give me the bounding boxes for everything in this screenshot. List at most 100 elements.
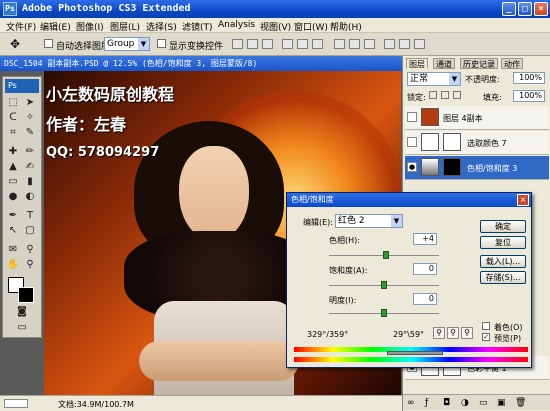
- eraser-tool-icon[interactable]: ▭: [6, 175, 20, 188]
- distribute-right-icon[interactable]: [414, 39, 425, 49]
- lightness-field[interactable]: 0: [413, 293, 437, 305]
- reset-button[interactable]: 复位: [480, 236, 526, 249]
- pen-tool-icon[interactable]: ✒: [6, 209, 20, 222]
- align-top-icon[interactable]: [232, 39, 243, 49]
- dodge-tool-icon[interactable]: ◐: [23, 190, 37, 203]
- shape-tool-icon[interactable]: ▢: [23, 224, 37, 237]
- auto-select-checkbox[interactable]: [44, 39, 53, 48]
- minimize-button[interactable]: _: [502, 2, 516, 16]
- slice-tool-icon[interactable]: ✎: [23, 126, 37, 139]
- distribute-top-icon[interactable]: [334, 39, 345, 49]
- opacity-field[interactable]: 100%: [513, 72, 545, 84]
- menu-analysis[interactable]: Analysis: [218, 20, 255, 30]
- hand-tool-icon[interactable]: ✋: [6, 258, 20, 271]
- edit-range-dropdown[interactable]: 红色 2 ▼: [335, 214, 403, 228]
- ok-button[interactable]: 确定: [480, 220, 526, 233]
- visibility-eye-icon[interactable]: [407, 137, 417, 147]
- gradient-tool-icon[interactable]: ▮: [23, 175, 37, 188]
- dialog-close-icon[interactable]: ×: [517, 194, 529, 206]
- menu-select[interactable]: 选择(S): [146, 20, 177, 33]
- tab-actions[interactable]: 动作: [501, 58, 523, 69]
- colorize-checkbox[interactable]: [482, 322, 490, 330]
- align-hcenter-icon[interactable]: [297, 39, 308, 49]
- layer-style-icon[interactable]: ƒ: [425, 398, 428, 408]
- tab-history[interactable]: 历史记录: [460, 58, 498, 69]
- move-tool-icon[interactable]: ✥: [10, 37, 20, 51]
- range-selector[interactable]: [387, 351, 443, 355]
- show-transform-checkbox[interactable]: [157, 39, 166, 48]
- brush-tool-icon[interactable]: ✏: [23, 145, 37, 158]
- trash-icon[interactable]: 🗑: [515, 398, 526, 408]
- new-group-icon[interactable]: ▭: [479, 398, 488, 408]
- layer-row[interactable]: 图层 4副本: [405, 106, 549, 130]
- close-button[interactable]: ×: [534, 2, 548, 16]
- history-brush-icon[interactable]: ✍: [23, 160, 37, 173]
- menu-layer[interactable]: 图层(L): [110, 20, 140, 33]
- background-color-swatch[interactable]: [18, 287, 34, 303]
- crop-tool-icon[interactable]: ⌗: [6, 126, 20, 139]
- lock-transparent-icon[interactable]: [429, 91, 437, 99]
- tab-channels[interactable]: 通道: [433, 58, 455, 69]
- magic-wand-icon[interactable]: ✧: [23, 111, 37, 124]
- align-bottom-icon[interactable]: [262, 39, 273, 49]
- layer-row[interactable]: 选取颜色 7: [405, 131, 549, 155]
- distribute-left-icon[interactable]: [384, 39, 395, 49]
- marquee-tool-icon[interactable]: ⬚: [6, 96, 20, 109]
- eyedropper-icon[interactable]: ⚲: [433, 327, 445, 339]
- align-right-icon[interactable]: [312, 39, 323, 49]
- eyedropper-plus-icon[interactable]: ⚲: [447, 327, 459, 339]
- fill-field[interactable]: 100%: [513, 90, 545, 102]
- lock-pixels-icon[interactable]: [441, 91, 449, 99]
- auto-select-type-dropdown[interactable]: Group ▼: [104, 37, 150, 51]
- link-layers-icon[interactable]: ∞: [407, 398, 415, 408]
- adjustment-layer-icon[interactable]: ◑: [461, 398, 469, 408]
- menu-image[interactable]: 图像(I): [76, 20, 104, 33]
- move-tool-icon[interactable]: ➤: [23, 96, 37, 109]
- align-vcenter-icon[interactable]: [247, 39, 258, 49]
- distribute-vcenter-icon[interactable]: [349, 39, 360, 49]
- notes-tool-icon[interactable]: ✉: [6, 243, 20, 256]
- quick-mask-icon[interactable]: ◙: [15, 305, 29, 318]
- clone-stamp-icon[interactable]: ▲: [6, 160, 20, 173]
- add-mask-icon[interactable]: ◘: [443, 398, 450, 408]
- healing-brush-icon[interactable]: ✚: [6, 145, 20, 158]
- saturation-field[interactable]: 0: [413, 263, 437, 275]
- maximize-button[interactable]: □: [518, 2, 532, 16]
- menu-window[interactable]: 窗口(W): [294, 20, 328, 33]
- zoom-tool-icon[interactable]: ⚲: [23, 258, 37, 271]
- lasso-tool-icon[interactable]: ᑕ: [6, 111, 20, 124]
- menu-filter[interactable]: 滤镜(T): [182, 20, 213, 33]
- hue-field[interactable]: +4: [413, 233, 437, 245]
- layer-row-selected[interactable]: ● 色相/饱和度 3: [405, 156, 549, 180]
- eyedropper-minus-icon[interactable]: ⚲: [461, 327, 473, 339]
- menu-edit[interactable]: 编辑(E): [40, 20, 71, 33]
- eyedropper-tool-icon[interactable]: ⚲: [23, 243, 37, 256]
- preview-checkbox[interactable]: ✓: [482, 333, 490, 341]
- show-transform-label: 显示变换控件: [169, 42, 224, 52]
- path-select-icon[interactable]: ↖: [6, 224, 20, 237]
- align-left-icon[interactable]: [282, 39, 293, 49]
- lock-position-icon[interactable]: [453, 91, 461, 99]
- hue-slider-thumb[interactable]: [383, 251, 390, 259]
- zoom-field[interactable]: [4, 399, 28, 408]
- menu-help[interactable]: 帮助(H): [330, 20, 362, 33]
- type-tool-icon[interactable]: T: [23, 209, 37, 222]
- save-button[interactable]: 存储(S)...: [480, 271, 526, 284]
- new-layer-icon[interactable]: ▣: [497, 398, 506, 408]
- blend-mode-dropdown[interactable]: 正常 ▼: [407, 72, 461, 86]
- visibility-eye-icon[interactable]: [407, 112, 417, 122]
- blur-tool-icon[interactable]: ●: [6, 190, 20, 203]
- visibility-eye-icon[interactable]: ●: [407, 162, 417, 172]
- distribute-bottom-icon[interactable]: [364, 39, 375, 49]
- blend-mode-value: 正常: [410, 74, 429, 84]
- overlay-tutorial-title: 小左数码原创教程: [46, 85, 175, 104]
- screen-mode-icon[interactable]: ▭: [15, 321, 29, 334]
- menu-file[interactable]: 文件(F): [6, 20, 36, 33]
- menu-view[interactable]: 视图(V): [260, 20, 291, 33]
- saturation-slider-thumb[interactable]: [381, 281, 387, 289]
- load-button[interactable]: 载入(L)...: [480, 255, 526, 268]
- tab-layers[interactable]: 图层: [406, 58, 428, 69]
- distribute-hcenter-icon[interactable]: [399, 39, 410, 49]
- lightness-slider-thumb[interactable]: [381, 309, 387, 317]
- layer-name: 色相/饱和度 3: [467, 164, 518, 173]
